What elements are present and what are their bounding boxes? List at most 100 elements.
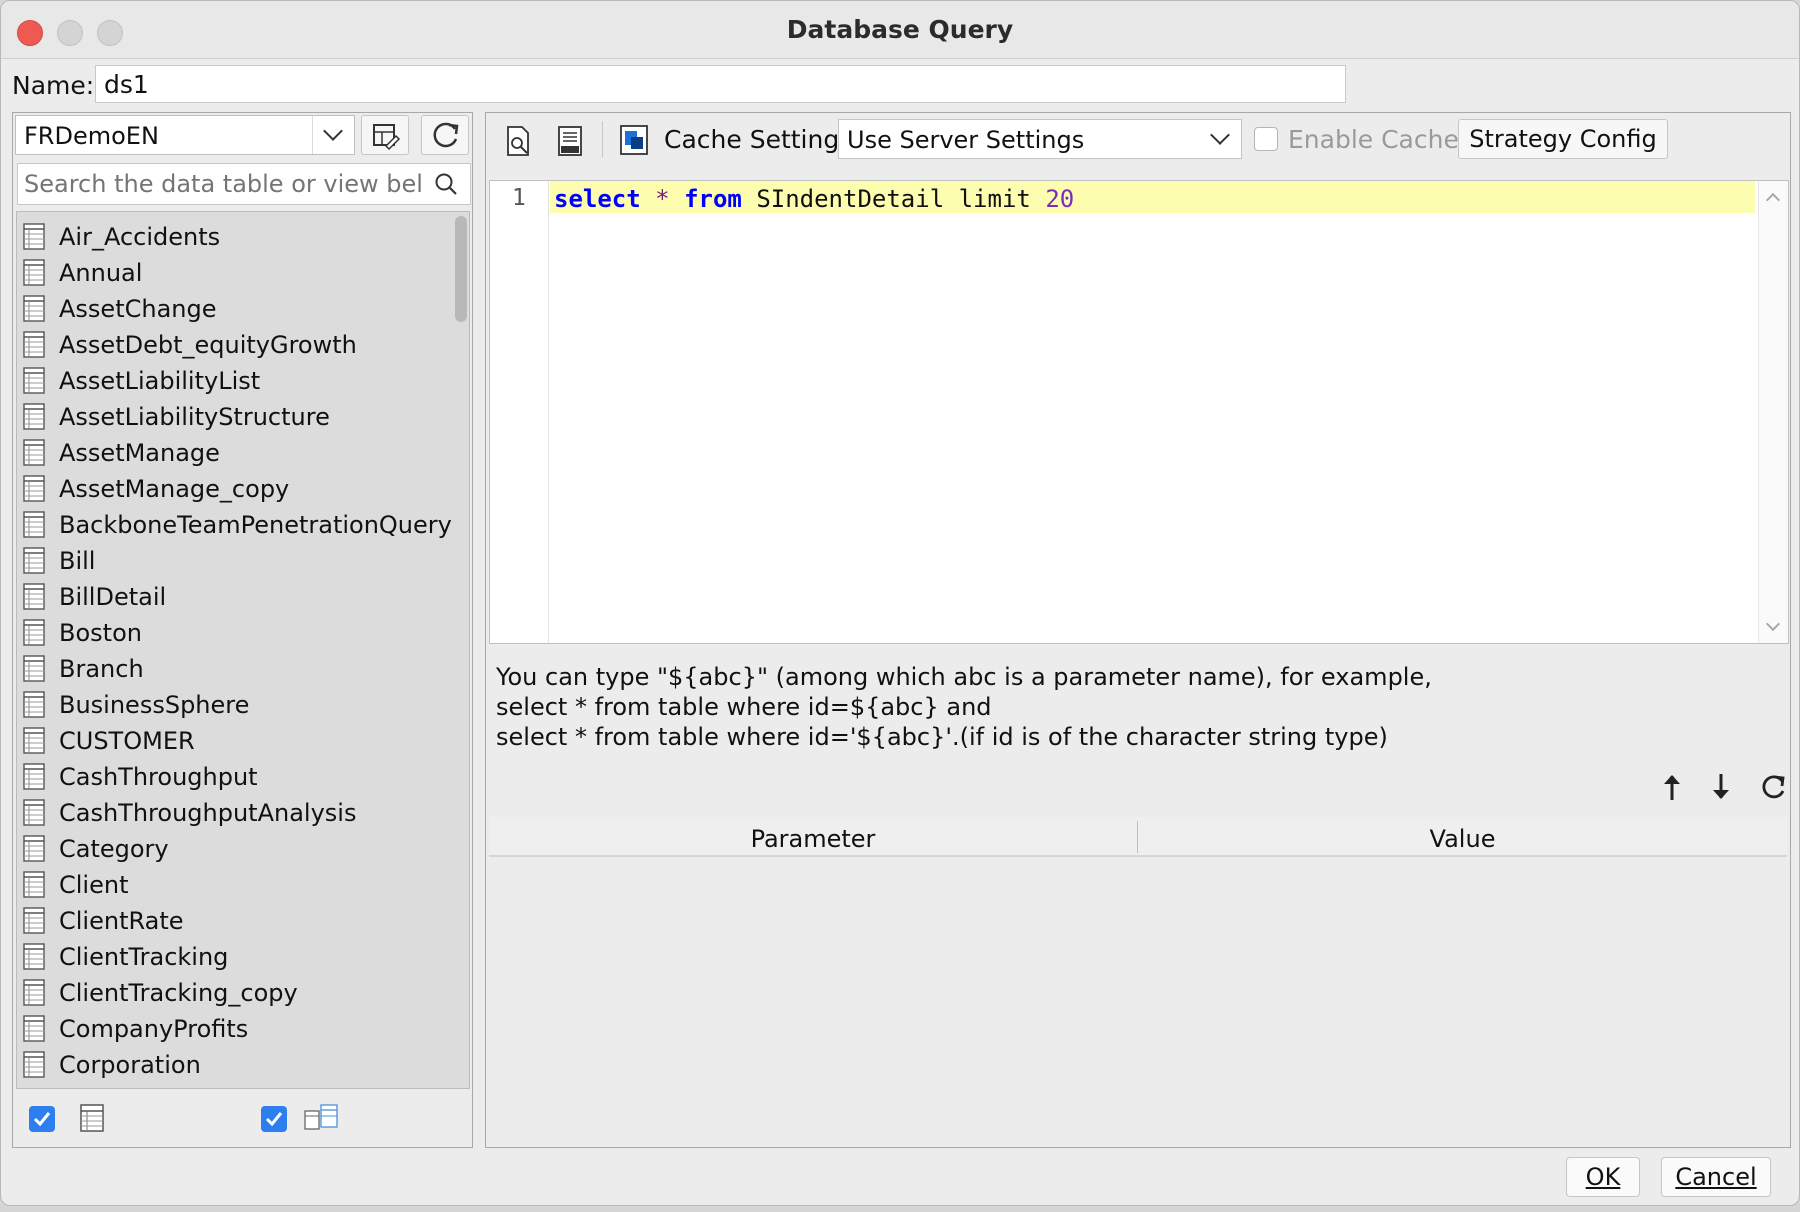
- table-list-item[interactable]: ClientTracking: [17, 939, 457, 975]
- sql-keyword-from: from: [684, 185, 742, 213]
- table-list[interactable]: Air_Accidents Annual AssetChange AssetDebt_…: [16, 211, 470, 1089]
- table-list-item[interactable]: Annual: [17, 255, 457, 291]
- parameter-table[interactable]: Parameter Value: [489, 817, 1787, 1145]
- enable-cache-label: Enable Cache: [1288, 125, 1459, 154]
- cache-settings-label: Cache Settings: [664, 125, 853, 154]
- table-icon: [23, 655, 45, 682]
- table-list-item[interactable]: Client: [17, 867, 457, 903]
- name-label: Name:: [12, 71, 95, 100]
- table-icon: [23, 907, 45, 934]
- table-list-item[interactable]: CashThroughput: [17, 759, 457, 795]
- table-list-item[interactable]: BillDetail: [17, 579, 457, 615]
- sql-format-icon[interactable]: [556, 125, 586, 157]
- table-name: Client: [59, 871, 129, 899]
- sql-code[interactable]: select * from SIndentDetail limit 20: [554, 185, 1074, 213]
- table-search-field[interactable]: [17, 163, 471, 205]
- column-header-value[interactable]: Value: [1138, 825, 1787, 853]
- search-icon[interactable]: [434, 172, 458, 196]
- table-icon: [23, 943, 45, 970]
- table-name: BackboneTeamPenetrationQuery: [59, 511, 452, 539]
- ok-button[interactable]: OK: [1566, 1157, 1640, 1197]
- table-name: AssetDebt_equityGrowth: [59, 331, 357, 359]
- table-list-item[interactable]: AssetManage: [17, 435, 457, 471]
- sql-star: *: [655, 185, 670, 213]
- help-line: You can type "${abc}" (among which abc i…: [496, 663, 1432, 691]
- table-list-item[interactable]: CompanyProfits: [17, 1011, 457, 1047]
- table-list-item[interactable]: CashThroughputAnalysis: [17, 795, 457, 831]
- arrow-down-icon[interactable]: [1709, 772, 1733, 802]
- table-icon: [23, 583, 45, 610]
- table-name: BillDetail: [59, 583, 167, 611]
- table-name: Annual: [59, 259, 143, 287]
- table-list-item[interactable]: AssetLiabilityList: [17, 363, 457, 399]
- table-list-item[interactable]: Air_Accidents: [17, 219, 457, 255]
- show-tables-checkbox[interactable]: [29, 1106, 55, 1132]
- table-search-input[interactable]: [24, 168, 424, 200]
- table-name: ClientTracking_copy: [59, 979, 298, 1007]
- preview-icon[interactable]: [504, 125, 534, 157]
- table-list-item[interactable]: AssetChange: [17, 291, 457, 327]
- table-list-item[interactable]: Boston: [17, 615, 457, 651]
- cancel-button[interactable]: Cancel: [1661, 1157, 1771, 1197]
- strategy-config-button[interactable]: Strategy Config: [1458, 119, 1668, 159]
- edit-datasource-button[interactable]: [361, 115, 409, 155]
- table-list-item[interactable]: AssetDebt_equityGrowth: [17, 327, 457, 363]
- table-name: AssetManage_copy: [59, 475, 290, 503]
- table-icon: [23, 1051, 45, 1078]
- editor-scrollbar[interactable]: [1758, 181, 1788, 643]
- table-name: BusinessSphere: [59, 691, 250, 719]
- table-list-item[interactable]: BusinessSphere: [17, 687, 457, 723]
- enable-cache-checkbox[interactable]: [1254, 127, 1278, 151]
- table-list-item[interactable]: ClientRate: [17, 903, 457, 939]
- table-icon: [23, 511, 45, 538]
- column-header-parameter[interactable]: Parameter: [489, 825, 1137, 853]
- table-list-item[interactable]: AssetManage_copy: [17, 471, 457, 507]
- table-list-item[interactable]: CUSTOMER: [17, 723, 457, 759]
- table-icon: [23, 295, 45, 322]
- cache-settings-select[interactable]: Use Server Settings: [838, 119, 1242, 159]
- table-name: AssetLiabilityList: [59, 367, 261, 395]
- window-title: Database Query: [786, 15, 1014, 44]
- table-name: CashThroughput: [59, 763, 258, 791]
- datasource-select[interactable]: FRDemoEN: [15, 115, 355, 155]
- datasource-value: FRDemoEN: [24, 122, 159, 150]
- chevron-down-icon[interactable]: [1765, 616, 1781, 632]
- table-icon: [23, 835, 45, 862]
- view-icon: [304, 1104, 338, 1130]
- table-icon: [23, 223, 45, 250]
- table-name: Boston: [59, 619, 142, 647]
- table-name: ClientTracking: [59, 943, 229, 971]
- table-list-item[interactable]: Category: [17, 831, 457, 867]
- table-list-item[interactable]: ClientTracking_copy: [17, 975, 457, 1011]
- table-icon: [23, 1015, 45, 1042]
- table-name: AssetManage: [59, 439, 220, 467]
- parameter-help-text: You can type "${abc}" (among which abc i…: [496, 662, 1432, 752]
- sql-keyword-select: select: [554, 185, 641, 213]
- sql-editor[interactable]: 1 select * from SIndentDetail limit 20: [489, 180, 1789, 644]
- help-line: select * from table where id=${abc} and: [496, 693, 992, 721]
- refresh-datasource-button[interactable]: [421, 115, 469, 155]
- show-views-checkbox[interactable]: [261, 1106, 287, 1132]
- refresh-parameters-icon[interactable]: [1758, 772, 1788, 802]
- table-icon: [23, 259, 45, 286]
- chevron-down-icon[interactable]: [312, 116, 354, 154]
- table-list-item[interactable]: AssetLiabilityStructure: [17, 399, 457, 435]
- table-list-item[interactable]: Branch: [17, 651, 457, 687]
- table-name: Air_Accidents: [59, 223, 221, 251]
- table-icon: [23, 979, 45, 1006]
- table-list-item[interactable]: BackboneTeamPenetrationQuery: [17, 507, 457, 543]
- arrow-up-icon[interactable]: [1660, 772, 1684, 802]
- table-icon: [23, 799, 45, 826]
- name-input[interactable]: ds1: [95, 65, 1346, 103]
- parameter-table-header: Parameter Value: [489, 817, 1787, 857]
- chevron-down-icon[interactable]: [1201, 120, 1241, 158]
- table-list-item[interactable]: Corporation: [17, 1047, 457, 1083]
- query-panel: Cache Settings Use Server Settings Enabl…: [485, 112, 1791, 1148]
- table-name: AssetLiabilityStructure: [59, 403, 330, 431]
- cache-settings-icon: [620, 125, 648, 155]
- table-icon: [23, 691, 45, 718]
- chevron-up-icon[interactable]: [1765, 192, 1781, 208]
- table-list-item[interactable]: Bill: [17, 543, 457, 579]
- table-name: Category: [59, 835, 169, 863]
- table-icon: [23, 619, 45, 646]
